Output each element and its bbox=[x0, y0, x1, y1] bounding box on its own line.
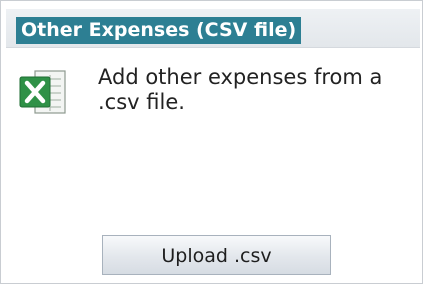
panel-title: Other Expenses (CSV file) bbox=[16, 17, 302, 44]
panel-header: Other Expenses (CSV file) bbox=[6, 9, 420, 48]
upload-csv-button[interactable]: Upload .csv bbox=[102, 235, 331, 275]
expense-upload-panel: Other Expenses (CSV file) Add other expe… bbox=[0, 0, 423, 284]
panel-description: Add other expenses from a .csv file. bbox=[98, 65, 383, 114]
excel-icon bbox=[17, 65, 69, 119]
